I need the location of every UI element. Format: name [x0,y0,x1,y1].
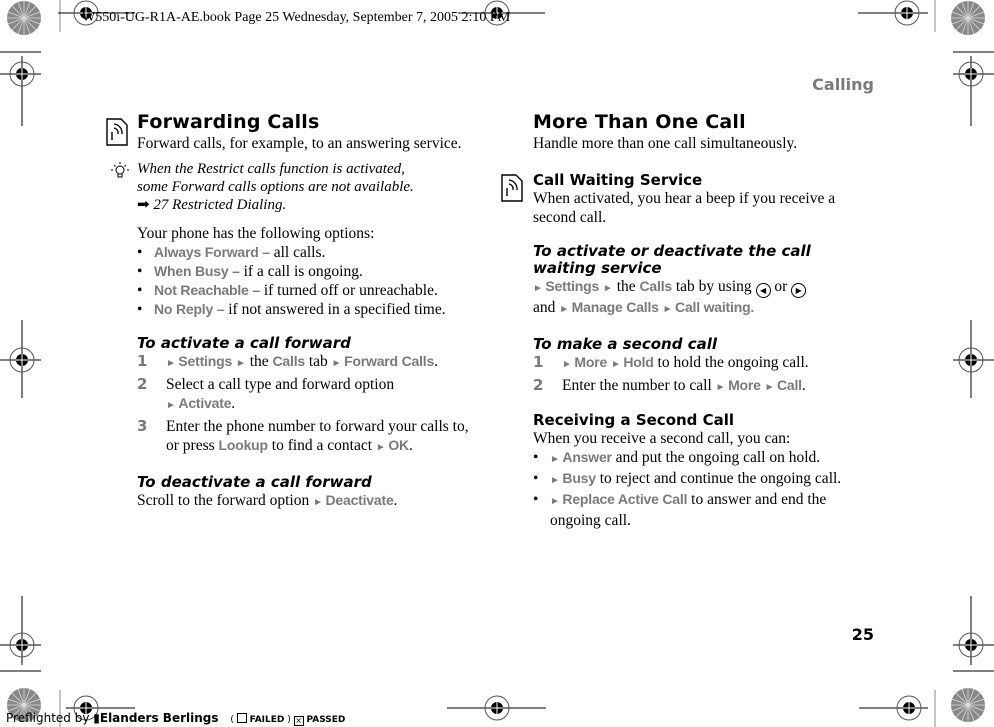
list-item: No Reply – if not answered in a specifie… [137,300,482,319]
company-name: Elanders Berlings [99,711,219,725]
step-item: 1 ► More ► Hold to hold the ongoing call. [533,353,809,371]
list-item: Not Reachable – if turned off or unreach… [137,281,482,300]
receiving-options-list: ► Answer and put the ongoing call on hol… [533,448,853,530]
elanders-logo-icon: ▮ [93,711,100,725]
activate-heading: To activate a call forward [137,334,351,352]
list-item: Always Forward – all calls. [137,243,482,262]
print-slug: W550i-UG-R1A-AE.book Page 25 Wednesday, … [82,10,511,25]
star-target-icon [950,0,986,36]
lightbulb-tip-icon [111,162,129,178]
operator-service-icon [501,174,523,202]
list-item: When Busy – if a call is ongoing. [137,262,482,281]
forward-options-list: Always Forward – all calls. When Busy – … [137,243,482,319]
forwarding-calls-section: Forwarding Calls Forward calls, for exam… [111,110,482,512]
navigation-key-left-icon: ◀ [755,283,771,298]
step-item: 3 Enter the phone number to forward your … [137,417,469,454]
operator-service-icon [106,118,128,146]
call-waiting-howto-text: ► Settings ► the Calls tab by using ◀ or… [533,277,878,319]
passed-label: PASSED [306,715,346,725]
failed-label: FAILED [249,715,285,725]
section-intro: Handle more than one call simultaneously… [533,135,798,152]
deactivate-heading: To deactivate a call forward [137,473,372,491]
arrow-right-icon: ➡ [137,197,150,213]
second-call-steps: 1 ► More ► Hold to hold the ongoing call.… [533,353,878,397]
step-item: 2 Select a call type and forward option ► … [137,375,395,412]
tip-line: some Forward calls options are not avail… [137,179,414,195]
call-waiting-heading: Call Waiting Service [533,171,703,189]
star-target-icon [6,0,42,36]
tip-reference[interactable]: ➡ 27 Restricted Dialing. [137,196,482,214]
passed-checkbox: × [293,716,304,726]
list-item: ► Answer and put the ongoing call on hol… [533,448,853,469]
page-number: 25 [851,625,874,644]
tip-line: When the Restrict calls function is acti… [137,161,405,177]
list-item: ► Busy to reject and continue the ongoin… [533,469,853,490]
section-title: Forwarding Calls [137,111,320,133]
star-target-icon [950,687,986,723]
receiving-heading: Receiving a Second Call [533,411,735,429]
preflight-footer: Preflighted by ▮Elanders Berlings ( FAIL… [6,711,346,726]
options-intro: Your phone has the following options: [137,225,375,242]
list-item: ► Replace Active Call to answer and end … [533,490,853,530]
section-title: More Than One Call [533,111,746,133]
running-head: Calling [812,75,874,94]
receiving-intro: When you receive a second call, you can: [533,430,791,447]
call-waiting-text: When activated, you hear a beep if you r… [533,190,836,226]
second-call-heading: To make a second call [533,335,717,353]
more-than-one-call-section: More Than One Call Handle more than one … [533,110,878,530]
section-intro: Forward calls, for example, to an answer… [137,135,462,152]
deactivate-text: Scroll to the forward option ► Deactivat… [137,492,398,509]
preflighted-label: Preflighted by [6,711,90,725]
call-waiting-howto-heading: To activate or deactivate the call waiti… [533,242,811,277]
failed-checkbox [236,713,247,723]
step-item: 2 Enter the number to call ► More ► Call. [533,376,806,394]
tip-box: When the Restrict calls function is acti… [111,160,482,214]
activate-steps: 1 ► Settings ► the Calls tab ► Forward Ca… [137,352,482,457]
navigation-key-right-icon: ▶ [791,283,807,298]
step-item: 1 ► Settings ► the Calls tab ► Forward Ca… [137,352,438,370]
